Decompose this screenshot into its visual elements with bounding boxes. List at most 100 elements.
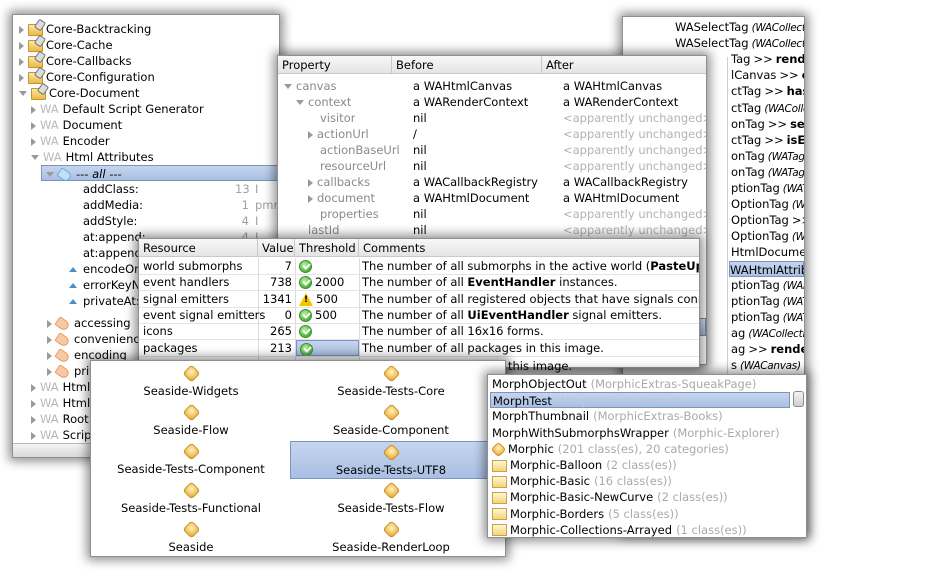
- tree-class[interactable]: WA Default Script Generator: [31, 101, 279, 117]
- sender-row[interactable]: WAHtmlAttributes>>encodeOn:: [729, 260, 804, 277]
- sender-row[interactable]: onTag(WATagBrush)>>with:: [731, 164, 804, 180]
- completion-item[interactable]: Morphic-Collections-Arrayed (1 class(es)): [490, 522, 790, 537]
- column-header-resource[interactable]: Resource: [139, 239, 258, 257]
- completion-item[interactable]: Morphic-Basic-NewCurve (2 class(es)): [490, 489, 790, 505]
- sender-row[interactable]: WASelectTag(WACollectionTag)>>labelForOp…: [675, 35, 804, 51]
- package-cell[interactable]: Seaside-RenderLoop: [291, 519, 491, 556]
- sender-row[interactable]: OptionTag(WATagBrush)>>isClosed: [731, 228, 804, 244]
- sender-row[interactable]: onTag>>selected:: [731, 116, 804, 132]
- sender-row[interactable]: OptionTag>>tag: [731, 212, 804, 228]
- package-cell[interactable]: Seaside: [91, 519, 291, 556]
- tree-protocol-all-selected[interactable]: --- all ---: [41, 165, 279, 183]
- threshold-cell[interactable]: 2000: [296, 274, 359, 290]
- inspector-row[interactable]: callbacks a WACallbackRegistry a WACallbac…: [278, 174, 706, 190]
- completion-item[interactable]: MorphTest (MorphicTests-Kernel): [490, 392, 790, 409]
- resource-row[interactable]: signal emitters 1341 500 The number of all …: [139, 291, 699, 307]
- resource-row[interactable]: icons 265 The number of all 16x16 forms.: [139, 323, 699, 339]
- completion-item[interactable]: Morphic-Balloon (2 class(es)): [490, 457, 790, 473]
- expanded-arrow-icon[interactable]: [19, 91, 27, 96]
- resource-row[interactable]: event handlers 738 2000 The number of all E…: [139, 274, 699, 290]
- sender-row[interactable]: OptionTag(WATagBrush)>>document: [731, 196, 804, 212]
- inspector-row[interactable]: resourceUrl nil <apparently unchanged>: [278, 158, 706, 174]
- tree-category[interactable]: Core-Callbacks: [19, 53, 279, 69]
- expanded-arrow-icon[interactable]: [296, 100, 304, 105]
- tree-class[interactable]: WA Encoder: [31, 133, 279, 149]
- tree-method[interactable]: addMedia:1pmm: [83, 197, 279, 213]
- collapsed-arrow-icon[interactable]: [31, 399, 36, 408]
- completion-item[interactable]: MorphThumbnail (MorphicExtras-Books): [490, 408, 790, 424]
- package-cell[interactable]: Seaside-Tests-Flow: [291, 480, 491, 518]
- tree-category[interactable]: Core-Cache: [19, 37, 279, 53]
- inspector-row[interactable]: canvas a WAHtmlCanvas a WAHtmlCanvas: [278, 78, 706, 94]
- collapsed-arrow-icon[interactable]: [19, 25, 24, 34]
- sender-row[interactable]: ctTag(WACollectionTag)>>isSelected:: [731, 100, 804, 116]
- package-cell[interactable]: Seaside-Widgets: [91, 363, 291, 401]
- sender-row[interactable]: ptionTag(WATagBrush)>>openTag: [731, 180, 804, 196]
- package-cell[interactable]: Seaside-Tests-Core: [291, 363, 491, 401]
- collapsed-arrow-icon[interactable]: [19, 73, 24, 82]
- inspector-row[interactable]: actionBaseUrl nil <apparently unchanged>: [278, 142, 706, 158]
- package-cell[interactable]: Seaside-Component: [291, 402, 491, 440]
- package-cell[interactable]: Seaside-Tests-Component: [91, 441, 291, 479]
- package-cell[interactable]: Seaside-Tests-UTF8: [290, 441, 492, 479]
- tree-class[interactable]: WA Document: [31, 117, 279, 133]
- sender-row[interactable]: onTag(WATagBrush)>>disabled:: [731, 148, 804, 164]
- resource-row[interactable]: event signal emitters 0 500 The number of a…: [139, 307, 699, 323]
- sender-row[interactable]: ctTag>>isEnabled:: [731, 132, 804, 148]
- package-cell[interactable]: Seaside-Tests-Functional: [91, 480, 291, 518]
- collapsed-arrow-icon[interactable]: [31, 415, 36, 424]
- sender-row[interactable]: s(WACanvas)>>render:: [731, 357, 804, 373]
- inspector-row[interactable]: actionUrl / <apparently unchanged>: [278, 126, 706, 142]
- collapsed-arrow-icon[interactable]: [47, 367, 52, 376]
- collapsed-arrow-icon[interactable]: [47, 319, 52, 328]
- completion-item[interactable]: Morphic (201 class(es), 20 categories): [490, 441, 790, 458]
- tree-category[interactable]: Core-Backtracking: [19, 21, 279, 37]
- column-header-threshold[interactable]: Threshold: [295, 239, 359, 257]
- collapsed-arrow-icon[interactable]: [31, 137, 36, 146]
- completion-item[interactable]: MorphWithSubmorphsWrapper (Morphic-Explor…: [490, 425, 790, 441]
- threshold-cell[interactable]: 500: [296, 291, 359, 307]
- expanded-arrow-icon[interactable]: [284, 84, 292, 89]
- inspector-row[interactable]: properties nil <apparently unchanged>: [278, 206, 706, 222]
- tree-class[interactable]: WA Html Attributes: [31, 149, 279, 165]
- package-cell[interactable]: Seaside-Flow: [91, 402, 291, 440]
- column-header-property[interactable]: Property: [278, 56, 392, 74]
- sender-row[interactable]: ctTag>>hasCallback: [731, 83, 804, 99]
- completion-item[interactable]: Morphic-Basic (16 class(es)): [490, 473, 790, 489]
- column-header-before[interactable]: Before: [392, 56, 542, 74]
- inspector-row[interactable]: context a WARenderContext a WARenderContex…: [278, 94, 706, 110]
- collapsed-arrow-icon[interactable]: [19, 41, 24, 50]
- inspector-row[interactable]: document a WAHtmlDocument a WAHtmlDocument: [278, 190, 706, 206]
- tree-category[interactable]: Core-Configuration: [19, 69, 279, 85]
- column-header-comments[interactable]: Comments: [359, 239, 699, 257]
- threshold-cell[interactable]: 500: [296, 307, 359, 323]
- resource-row[interactable]: world submorphs 7 The number of all submor…: [139, 258, 699, 274]
- collapsed-arrow-icon[interactable]: [31, 121, 36, 130]
- sender-row[interactable]: ptionTag(WATagBrush)>>isClosed: [731, 293, 804, 309]
- sender-row[interactable]: ag>>renderListItem:labelled:: [731, 341, 804, 357]
- collapsed-arrow-icon[interactable]: [47, 351, 52, 360]
- sender-row[interactable]: HtmlDocument(WAXmlDocument)>>: [731, 244, 804, 260]
- sender-row[interactable]: WASelectTag(WACollectionTag)>>list: [675, 19, 804, 35]
- sender-row[interactable]: ptionTag(WATagBrush)>>closeTag: [731, 309, 804, 325]
- threshold-cell[interactable]: [296, 339, 359, 356]
- completion-item[interactable]: Morphic-Borders (5 class(es)): [490, 506, 790, 522]
- column-header-value[interactable]: Value: [258, 239, 295, 257]
- threshold-cell[interactable]: [296, 258, 359, 274]
- threshold-cell[interactable]: [296, 323, 359, 339]
- collapsed-arrow-icon[interactable]: [19, 57, 24, 66]
- resource-row[interactable]: packages 213 The number of all packages in…: [139, 339, 699, 356]
- tree-category[interactable]: Core-Document: [19, 85, 279, 101]
- expanded-arrow-icon[interactable]: [46, 172, 54, 177]
- sender-row[interactable]: ag(WACollectionTag)>>labelForOption:: [731, 325, 804, 341]
- collapsed-arrow-icon[interactable]: [47, 335, 52, 344]
- collapsed-arrow-icon[interactable]: [308, 178, 313, 187]
- tree-method[interactable]: addStyle: 4 I: [83, 213, 279, 229]
- collapsed-arrow-icon[interactable]: [31, 383, 36, 392]
- collapsed-arrow-icon[interactable]: [31, 105, 36, 114]
- inspector-row[interactable]: lastId nil <apparently unchanged>: [278, 222, 706, 238]
- expanded-arrow-icon[interactable]: [31, 155, 39, 160]
- collapsed-arrow-icon[interactable]: [31, 431, 36, 440]
- collapsed-arrow-icon[interactable]: [308, 130, 313, 139]
- inspector-row[interactable]: visitor nil <apparently unchanged>: [278, 110, 706, 126]
